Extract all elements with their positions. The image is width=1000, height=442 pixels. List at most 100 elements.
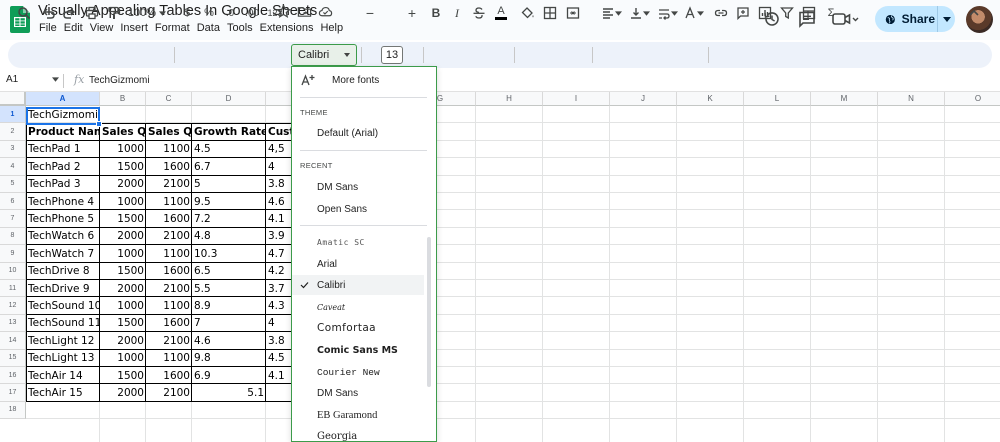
menu-tools[interactable]: Tools xyxy=(225,22,258,34)
row-header-13[interactable]: 13 xyxy=(0,314,26,333)
data-cell[interactable]: 1500 xyxy=(100,158,146,175)
font-item-comic-sans-ms[interactable]: Comic Sans MS xyxy=(292,340,424,360)
column-header-o[interactable]: O xyxy=(945,92,1000,106)
redo-button[interactable] xyxy=(62,4,78,22)
data-cell[interactable]: 1600 xyxy=(146,263,192,280)
search-menus-button[interactable] xyxy=(16,4,32,22)
column-header-c[interactable]: C xyxy=(146,92,192,106)
create-filter-button[interactable] xyxy=(779,4,795,22)
data-cell[interactable]: 2000 xyxy=(100,176,146,193)
row-header-1[interactable]: 1 xyxy=(0,106,26,124)
font-item-theme-default[interactable]: Default (Arial) xyxy=(292,123,424,143)
menu-help[interactable]: Help xyxy=(318,22,348,34)
data-cell[interactable]: 4.5 xyxy=(192,141,266,158)
menu-view[interactable]: View xyxy=(88,22,119,34)
row-header-17[interactable]: 17 xyxy=(0,384,26,402)
data-cell[interactable]: 1600 xyxy=(146,315,192,332)
data-cell[interactable]: 1100 xyxy=(146,141,192,158)
paint-format-button[interactable] xyxy=(106,4,122,22)
data-cell[interactable]: 2100 xyxy=(146,280,192,297)
bold-button[interactable]: B xyxy=(430,4,442,22)
increase-font-size-button[interactable]: + xyxy=(406,4,418,22)
data-cell[interactable]: 4.6 xyxy=(192,332,266,349)
data-cell[interactable]: 5.5 xyxy=(192,280,266,297)
column-header-b[interactable]: B xyxy=(100,92,146,106)
format-percent-button[interactable]: % xyxy=(202,4,216,22)
data-cell[interactable]: TechSound 11 xyxy=(26,315,100,332)
data-cell[interactable]: 10.3 xyxy=(192,245,266,262)
data-cell[interactable]: 1600 xyxy=(146,210,192,227)
data-cell[interactable]: 1600 xyxy=(146,367,192,384)
cloud-saved-icon[interactable] xyxy=(318,4,333,19)
data-cell[interactable]: 1500 xyxy=(100,263,146,280)
font-item-courier-new[interactable]: Courier New xyxy=(292,362,424,382)
column-header-m[interactable]: M xyxy=(811,92,878,106)
data-cell[interactable]: 2100 xyxy=(146,228,192,245)
column-header-j[interactable]: J xyxy=(610,92,677,106)
data-cell[interactable]: TechLight 12 xyxy=(26,332,100,349)
more-formats-button[interactable]: 123 xyxy=(266,4,284,22)
row-header-6[interactable]: 6 xyxy=(0,193,26,211)
font-item-recent-dm-sans[interactable]: DM Sans xyxy=(292,177,424,197)
data-cell[interactable]: 2000 xyxy=(100,280,146,297)
italic-button[interactable]: I xyxy=(452,4,462,22)
data-cell[interactable]: 1500 xyxy=(100,210,146,227)
data-cell[interactable]: TechPad 1 xyxy=(26,141,100,158)
font-item-eb-garamond[interactable]: EB Garamond xyxy=(292,405,424,425)
name-box[interactable]: A1 xyxy=(6,74,18,85)
menu-extensions[interactable]: Extensions xyxy=(258,22,319,34)
data-cell[interactable]: 2000 xyxy=(100,228,146,245)
header-cell[interactable]: Sales Q2 xyxy=(146,123,192,140)
column-header-k[interactable]: K xyxy=(677,92,744,106)
insert-function-button[interactable]: Σ xyxy=(823,4,839,22)
fill-handle[interactable] xyxy=(96,121,102,127)
header-cell[interactable]: Growth Rate (% xyxy=(192,123,266,140)
menu-edit[interactable]: Edit xyxy=(62,22,88,34)
undo-button[interactable] xyxy=(40,4,56,22)
menu-insert[interactable]: Insert xyxy=(118,22,153,34)
data-cell[interactable]: 7.2 xyxy=(192,210,266,227)
row-header-11[interactable]: 11 xyxy=(0,280,26,298)
insert-link-button[interactable] xyxy=(713,4,729,22)
data-cell[interactable]: 1000 xyxy=(100,297,146,314)
data-cell[interactable]: 1500 xyxy=(100,315,146,332)
data-cell[interactable]: 5 xyxy=(192,176,266,193)
strikethrough-button[interactable] xyxy=(472,4,486,22)
font-item-recent-open-sans[interactable]: Open Sans xyxy=(292,199,424,219)
menu-data[interactable]: Data xyxy=(195,22,225,34)
data-cell[interactable]: 2100 xyxy=(146,332,192,349)
font-item-calibri[interactable]: Calibri xyxy=(292,275,424,295)
decrease-decimal-button[interactable]: .0 xyxy=(222,4,238,22)
data-cell[interactable]: TechPad 3 xyxy=(26,176,100,193)
data-cell[interactable]: TechAir 14 xyxy=(26,367,100,384)
header-cell[interactable]: Product Name xyxy=(26,123,100,140)
column-header-a[interactable]: A xyxy=(26,92,100,106)
row-header-10[interactable]: 10 xyxy=(0,262,26,280)
column-header-h[interactable]: H xyxy=(476,92,543,106)
row-header-2[interactable]: 2 xyxy=(0,123,26,141)
data-cell[interactable]: 7 xyxy=(192,315,266,332)
borders-button[interactable] xyxy=(542,4,558,22)
data-cell[interactable]: 5.1 xyxy=(192,384,266,401)
merge-cells-button[interactable] xyxy=(564,4,582,22)
row-header-15[interactable]: 15 xyxy=(0,349,26,367)
data-cell[interactable]: 1100 xyxy=(146,350,192,367)
move-folder-icon[interactable] xyxy=(297,4,312,19)
row-header-9[interactable]: 9 xyxy=(0,245,26,263)
row-header-3[interactable]: 3 xyxy=(0,140,26,159)
more-fonts-item[interactable]: More fonts xyxy=(292,70,424,90)
data-cell[interactable]: 2100 xyxy=(146,384,192,401)
data-cell[interactable]: 1500 xyxy=(100,367,146,384)
column-header-n[interactable]: N xyxy=(878,92,945,106)
share-options-button[interactable] xyxy=(937,6,955,32)
data-cell[interactable]: 1100 xyxy=(146,297,192,314)
data-cell[interactable]: 2000 xyxy=(100,384,146,401)
data-cell[interactable]: 9.5 xyxy=(192,193,266,210)
data-cell[interactable]: TechAir 15 xyxy=(26,384,100,401)
menu-file[interactable]: File xyxy=(37,22,62,34)
menu-format[interactable]: Format xyxy=(153,22,195,34)
data-cell[interactable]: 6.7 xyxy=(192,158,266,175)
format-currency-button[interactable]: $ xyxy=(180,4,194,22)
share-button[interactable]: Share xyxy=(875,6,935,32)
data-cell[interactable]: 1000 xyxy=(100,193,146,210)
